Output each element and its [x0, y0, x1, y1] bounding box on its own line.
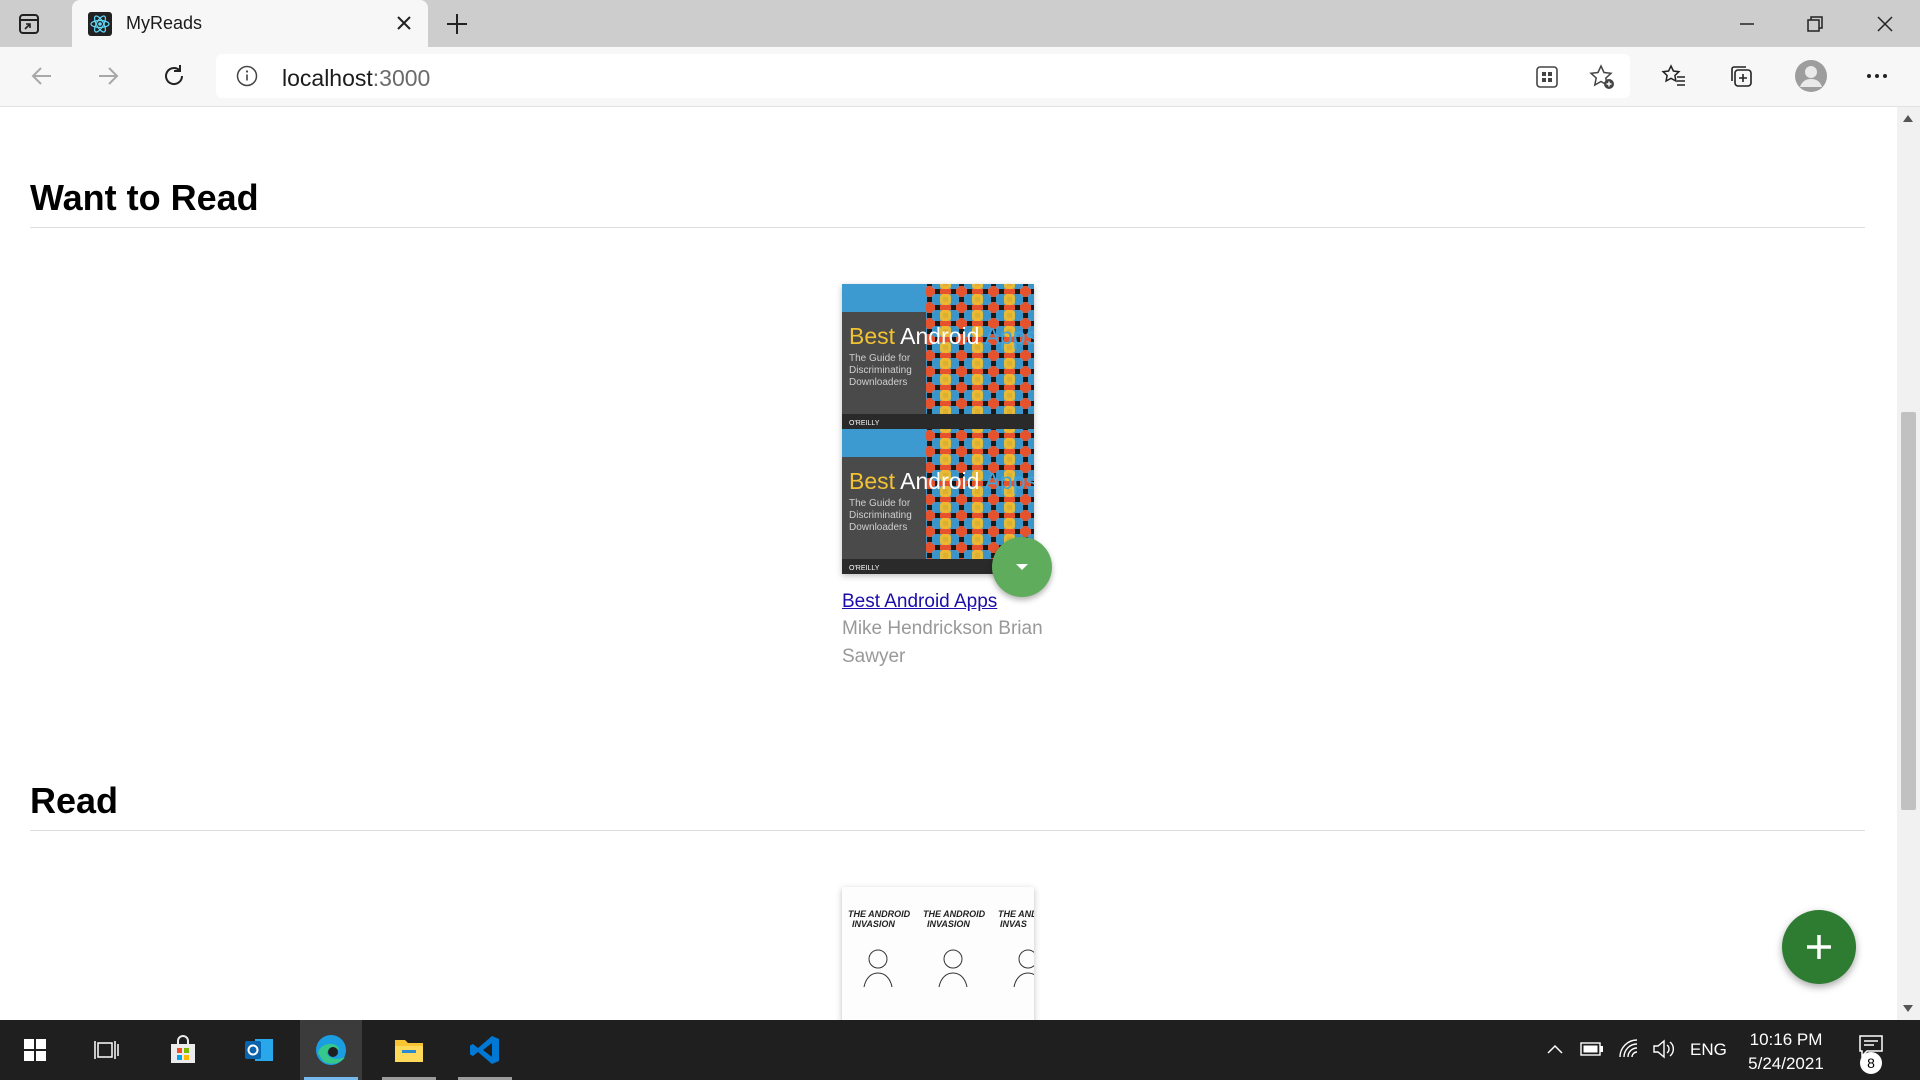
forward-arrow-icon — [99, 67, 119, 85]
arrow-drop-down-icon — [1016, 564, 1028, 570]
page-content: Want to Read Best Android Apps The Guide… — [0, 107, 1897, 1020]
page-scrollbar[interactable] — [1897, 107, 1920, 1020]
more-dots-icon — [1867, 74, 1887, 78]
svg-text:Downloaders: Downloaders — [849, 522, 907, 533]
collections-icon — [1731, 66, 1752, 87]
notification-count-badge: 8 — [1860, 1052, 1882, 1074]
taskbar-outlook[interactable] — [228, 1020, 290, 1080]
forward-button[interactable] — [93, 61, 123, 91]
svg-text:The Guide for: The Guide for — [849, 498, 911, 509]
scroll-up-icon[interactable] — [1903, 115, 1913, 122]
svg-text:O'REILLY: O'REILLY — [849, 565, 880, 572]
svg-text:Downloaders: Downloaders — [849, 377, 907, 388]
battery-icon[interactable] — [1580, 1041, 1604, 1057]
shelf-title-read: Read — [30, 780, 119, 821]
tab-title: MyReads — [126, 13, 203, 33]
address-bar[interactable]: localhost:3000 — [216, 54, 1630, 98]
collections-button[interactable] — [1726, 61, 1756, 91]
minimize-icon — [1740, 23, 1754, 25]
book-cover-image: Best Android Apps The Guide for Discrimi… — [842, 284, 1034, 574]
vscode-icon — [470, 1036, 499, 1064]
book-authors: Mike Hendrickson Brian Sawyer — [842, 618, 1043, 667]
address-host: localhost — [282, 65, 373, 91]
shelf-divider — [30, 227, 1865, 228]
taskbar-store[interactable] — [152, 1020, 214, 1080]
add-book-button[interactable] — [1782, 910, 1856, 984]
react-favicon-icon — [88, 12, 112, 36]
svg-text:The Guide for: The Guide for — [849, 353, 911, 364]
favorites-button[interactable] — [1659, 61, 1689, 91]
refresh-button[interactable] — [159, 61, 189, 91]
browser-tab-strip: MyReads — [0, 0, 1920, 47]
site-info-icon[interactable] — [236, 65, 258, 87]
tab-close-icon[interactable] — [394, 13, 414, 33]
minimize-button[interactable] — [1733, 10, 1761, 38]
new-tab-icon[interactable] — [444, 11, 470, 37]
svg-text:O'REILLY: O'REILLY — [849, 420, 880, 427]
svg-text:INVASION: INVASION — [852, 919, 895, 929]
taskbar-file-explorer[interactable] — [378, 1020, 440, 1080]
svg-text:INVAS: INVAS — [1000, 919, 1027, 929]
tab-actions-button[interactable] — [16, 11, 42, 37]
back-button[interactable] — [27, 61, 57, 91]
refresh-icon — [165, 65, 184, 85]
svg-text:Best Android Apps: Best Android Apps — [849, 468, 1034, 494]
windows-logo-icon — [24, 1039, 46, 1061]
clock[interactable]: 10:16 PM 5/24/2021 — [1720, 1028, 1852, 1076]
app-available-icon[interactable] — [1534, 64, 1560, 90]
wifi-icon[interactable] — [1618, 1038, 1640, 1060]
close-window-button[interactable] — [1871, 10, 1899, 38]
restore-button[interactable] — [1801, 10, 1829, 38]
svg-text:Discriminating: Discriminating — [849, 510, 912, 521]
close-icon — [1877, 16, 1893, 32]
address-url: localhost:3000 — [282, 65, 430, 92]
shelf-title-want-to-read: Want to Read — [30, 177, 259, 218]
book-cover: THE ANDROID INVASION THE ANDROID INVASION … — [842, 887, 1034, 1020]
svg-text:THE AND: THE AND — [998, 909, 1034, 919]
settings-more-button[interactable] — [1862, 61, 1892, 91]
edge-icon — [316, 1035, 346, 1065]
chevron-up-icon[interactable] — [1546, 1042, 1564, 1056]
book-cover: Best Android Apps The Guide for Discrimi… — [842, 284, 1034, 574]
svg-text:INVASION: INVASION — [927, 919, 970, 929]
favorites-icon — [1661, 64, 1685, 86]
outlook-icon — [245, 1039, 273, 1061]
add-favorite-icon[interactable] — [1589, 64, 1615, 90]
start-button[interactable] — [4, 1020, 66, 1080]
browser-toolbar: localhost:3000 — [0, 47, 1920, 107]
taskbar-vscode[interactable] — [454, 1020, 516, 1080]
scroll-down-icon[interactable] — [1903, 1005, 1913, 1012]
back-arrow-icon — [31, 67, 51, 85]
svg-text:Best Android Apps: Best Android Apps — [849, 323, 1034, 349]
store-bag-icon — [171, 1035, 195, 1063]
clock-time: 10:16 PM — [1749, 1030, 1823, 1049]
task-view-button[interactable] — [76, 1020, 138, 1080]
windows-taskbar: ENG 10:16 PM 5/24/2021 8 — [0, 1020, 1920, 1080]
volume-icon[interactable] — [1652, 1038, 1676, 1060]
browser-tab-active[interactable]: MyReads — [72, 0, 428, 47]
svg-text:THE ANDROID: THE ANDROID — [923, 909, 986, 919]
book-title-link[interactable]: Best Android Apps — [842, 591, 997, 613]
scroll-thumb[interactable] — [1901, 412, 1916, 810]
restore-icon — [1807, 16, 1823, 32]
task-view-icon — [94, 1041, 119, 1059]
folder-icon — [395, 1040, 423, 1062]
book-cover-image: THE ANDROIDINVASION THE ANDROIDINVASION … — [842, 887, 1034, 1020]
avatar-icon — [1795, 60, 1827, 92]
address-port: :3000 — [372, 65, 431, 91]
svg-text:THE ANDROID: THE ANDROID — [848, 909, 911, 919]
svg-text:Discriminating: Discriminating — [849, 365, 912, 376]
tab-actions-icon — [19, 14, 39, 34]
profile-button[interactable] — [1793, 58, 1829, 94]
shelf-divider — [30, 830, 1865, 831]
clock-date: 5/24/2021 — [1748, 1054, 1824, 1073]
plus-icon — [1807, 935, 1831, 959]
taskbar-edge[interactable] — [300, 1020, 362, 1080]
shelf-changer-button[interactable] — [992, 537, 1052, 597]
